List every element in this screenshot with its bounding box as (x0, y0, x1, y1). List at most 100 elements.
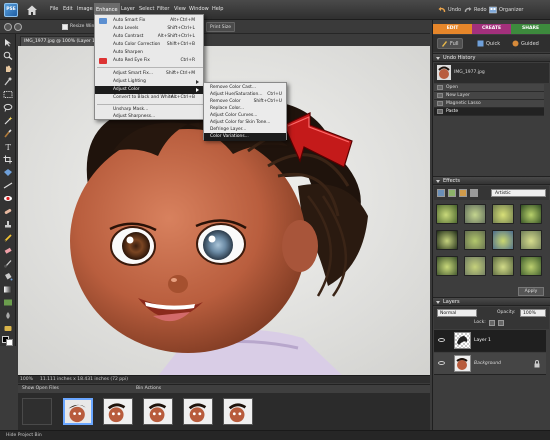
visibility-eye-icon[interactable] (438, 338, 445, 342)
red-eye-tool-icon[interactable] (3, 194, 13, 203)
menu-window[interactable]: Window (189, 6, 209, 12)
history-item[interactable]: New Layer (434, 92, 544, 100)
menu-item-auto-contrast[interactable]: Auto Contrast Alt+Shift+Ctrl+L (95, 33, 203, 41)
menu-item-adjust-lighting[interactable]: Adjust Lighting (95, 78, 203, 86)
effect-thumbnail[interactable] (492, 256, 514, 276)
hide-project-bin-bar[interactable]: Hide Project Bin (0, 430, 550, 440)
layer-styles-icon[interactable] (448, 189, 456, 197)
history-item-selected[interactable]: Paste (434, 108, 544, 116)
bin-thumbnail[interactable] (223, 398, 253, 425)
bin-thumbnail[interactable] (103, 398, 133, 425)
healing-brush-tool-icon[interactable] (3, 207, 13, 216)
effects-header[interactable]: Effects (433, 176, 550, 185)
menu-filter[interactable]: Filter (157, 6, 169, 12)
history-item[interactable]: Magnetic Lasso (434, 100, 544, 108)
menu-file[interactable]: File (50, 6, 58, 12)
layer-row[interactable]: Background (434, 353, 546, 375)
bin-thumbnail[interactable] (143, 398, 173, 425)
menu-item-adjust-color[interactable]: Adjust Color (95, 86, 203, 94)
effect-thumbnail[interactable] (464, 230, 486, 250)
tab-share[interactable]: SHARE (511, 24, 550, 34)
resize-windows-checkbox[interactable] (62, 24, 68, 30)
menu-item-auto-sharpen[interactable]: Auto Sharpen (95, 49, 203, 57)
menu-edit[interactable]: Edit (63, 6, 73, 12)
move-tool-icon[interactable] (3, 38, 13, 47)
hand-tool-icon[interactable] (3, 64, 13, 73)
brush-tool-icon[interactable] (3, 259, 13, 268)
eraser-tool-icon[interactable] (3, 246, 13, 255)
type-tool-icon[interactable]: T (3, 142, 13, 151)
blur-tool-icon[interactable] (3, 311, 13, 320)
layers-header[interactable]: Layers (433, 297, 550, 306)
undo-button[interactable]: Undo (438, 4, 461, 16)
cookie-cutter-tool-icon[interactable] (3, 168, 13, 177)
menu-item-auto-red-eye-fix[interactable]: Auto Red Eye Fix Ctrl+R (95, 57, 203, 65)
effect-thumbnail[interactable] (464, 204, 486, 224)
menu-item-color-variations[interactable]: Color Variations... (204, 133, 286, 141)
menu-item-convert-black-white[interactable]: Convert to Black and White... Alt+Ctrl+B (95, 94, 203, 102)
sponge-tool-icon[interactable] (3, 324, 13, 333)
bin-thumbnail[interactable] (183, 398, 213, 425)
opacity-input[interactable]: 100% (520, 309, 546, 317)
menu-view[interactable]: View (174, 6, 186, 12)
redo-button[interactable]: Redo (464, 4, 487, 16)
marquee-tool-icon[interactable] (3, 90, 13, 99)
layer-row-selected[interactable]: Layer 1 (434, 330, 546, 352)
clone-stamp-tool-icon[interactable] (3, 220, 13, 229)
effect-thumbnail[interactable] (436, 204, 458, 224)
apply-effect-button[interactable]: Apply (518, 287, 544, 296)
paint-bucket-tool-icon[interactable] (3, 272, 13, 281)
effect-thumbnail[interactable] (464, 256, 486, 276)
pencil-tool-icon[interactable] (3, 233, 13, 242)
print-size-button[interactable]: Print Size (206, 22, 236, 32)
menu-item-auto-color-correction[interactable]: Auto Color Correction Shift+Ctrl+B (95, 41, 203, 49)
blend-mode-dropdown[interactable]: Normal (437, 309, 477, 317)
undo-history-header[interactable]: Undo History (433, 53, 550, 62)
document-tab[interactable]: IMG_1977.jpg @ 100% (Layer 1, RGB (20, 36, 96, 46)
crop-tool-icon[interactable] (3, 155, 13, 164)
menu-help[interactable]: Help (212, 6, 223, 12)
bin-thumbnail[interactable] (63, 398, 93, 425)
menu-image[interactable]: Image (77, 6, 93, 12)
show-open-files-dropdown[interactable]: Show Open Files (22, 386, 59, 391)
selection-brush-tool-icon[interactable] (3, 129, 13, 138)
bin-actions-menu[interactable]: Bin Actions (136, 386, 161, 391)
tab-edit[interactable]: EDIT (433, 24, 472, 34)
home-icon[interactable] (26, 4, 38, 16)
organizer-button[interactable]: Organizer (489, 4, 523, 16)
effect-thumbnail[interactable] (520, 256, 542, 276)
filters-icon[interactable] (437, 189, 445, 197)
eyedropper-tool-icon[interactable] (3, 77, 13, 86)
zoom-tool-icon[interactable] (3, 51, 13, 60)
lasso-tool-icon[interactable] (3, 103, 13, 112)
effect-thumbnail[interactable] (520, 230, 542, 250)
effect-thumbnail[interactable] (436, 230, 458, 250)
background-color-swatch[interactable] (6, 339, 13, 346)
menu-layer[interactable]: Layer (121, 6, 135, 12)
effect-thumbnail[interactable] (436, 256, 458, 276)
zoom-out-icon[interactable] (14, 23, 22, 31)
visibility-eye-icon[interactable] (438, 361, 445, 365)
zoom-in-icon[interactable] (4, 23, 12, 31)
menu-item-adjust-smart-fix[interactable]: Adjust Smart Fix... Shift+Ctrl+M (95, 70, 203, 78)
menu-item-auto-levels[interactable]: Auto Levels Shift+Ctrl+L (95, 25, 203, 33)
straighten-tool-icon[interactable] (3, 181, 13, 190)
gradient-tool-icon[interactable] (3, 285, 13, 294)
all-effects-icon[interactable] (470, 189, 478, 197)
tab-create[interactable]: CREATE (472, 24, 511, 34)
history-item[interactable]: Open (434, 84, 544, 92)
magic-wand-tool-icon[interactable] (3, 116, 13, 125)
photo-effects-icon[interactable] (459, 189, 467, 197)
subtab-full[interactable]: Full (437, 38, 463, 49)
lock-all-icon[interactable] (498, 320, 504, 326)
status-zoom[interactable]: 100% (20, 377, 33, 382)
shape-tool-icon[interactable] (3, 298, 13, 307)
menu-item-auto-smart-fix[interactable]: Auto Smart Fix Alt+Ctrl+M (95, 17, 203, 25)
subtab-quick[interactable]: Quick (474, 38, 503, 49)
effect-thumbnail[interactable] (492, 230, 514, 250)
effect-thumbnail[interactable] (520, 204, 542, 224)
subtab-guided[interactable]: Guided (509, 38, 542, 49)
effect-thumbnail[interactable] (492, 204, 514, 224)
undo-history-snapshot[interactable]: IMG_1977.jpg (434, 63, 549, 83)
effects-category-dropdown[interactable]: Artistic (491, 189, 546, 197)
